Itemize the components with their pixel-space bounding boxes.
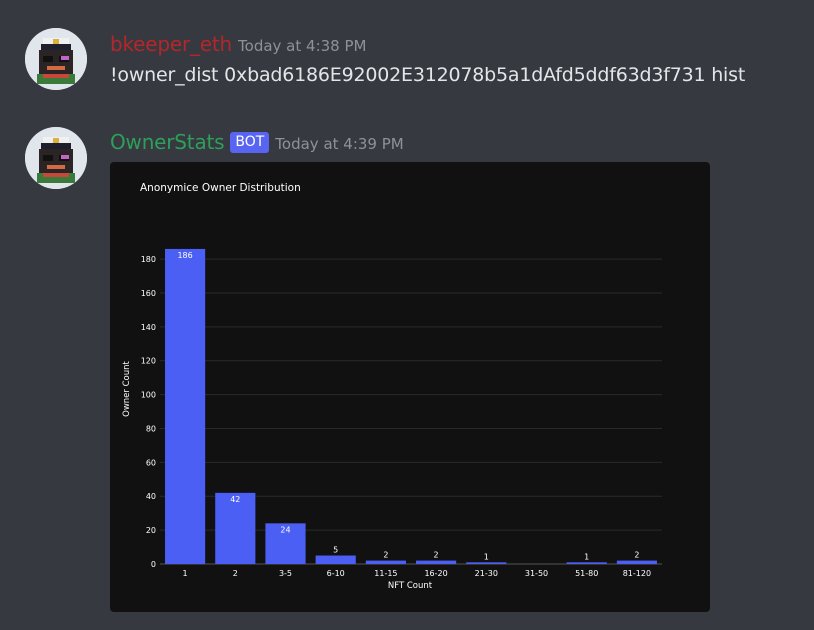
y-tick-label: 80	[146, 424, 156, 433]
bar-data-label: 2	[634, 551, 639, 560]
chart-embed[interactable]: Anonymice Owner Distribution 186 42 24 5 2 2 1…	[110, 162, 710, 612]
y-tick-label: 100	[141, 391, 156, 400]
bar-data-label: 42	[230, 495, 240, 504]
timestamp[interactable]: Today at 4:39 PM	[275, 135, 403, 153]
y-tick-label: 0	[151, 560, 156, 569]
y-tick-label: 180	[141, 255, 156, 264]
bar[interactable]	[416, 560, 457, 564]
bar[interactable]	[315, 555, 356, 564]
bar[interactable]	[616, 560, 657, 564]
x-tick-label: 81-120	[623, 569, 651, 578]
bar-data-label: 1	[584, 552, 589, 561]
y-tick-label: 120	[141, 357, 156, 366]
bar-data-label: 1	[484, 552, 489, 561]
avatar[interactable]	[25, 127, 87, 189]
bar[interactable]	[566, 562, 607, 564]
bar-chart: Anonymice Owner Distribution 186422452 2 1…	[122, 182, 662, 591]
message-content: !owner_dist 0xbad6186E92002E312078b5a1dA…	[110, 64, 746, 86]
y-tick-label: 160	[141, 289, 156, 298]
x-tick-label: 6-10	[327, 569, 345, 578]
timestamp[interactable]: Today at 4:38 PM	[238, 37, 366, 55]
bar-data-label: 186	[177, 251, 192, 260]
username[interactable]: OwnerStats	[110, 130, 225, 154]
bar-data-label: 2	[383, 551, 388, 560]
y-tick-label: 60	[146, 458, 156, 467]
x-tick-label: 16-20	[424, 569, 447, 578]
x-tick-label: 31-50	[525, 569, 548, 578]
username[interactable]: bkeeper_eth	[110, 32, 232, 56]
chart-title: Anonymice Owner Distribution	[140, 182, 301, 194]
x-tick-label: 1	[183, 569, 188, 578]
avatar[interactable]	[25, 28, 87, 90]
bar[interactable]	[365, 560, 406, 564]
y-axis-label: Owner Count	[122, 360, 132, 416]
bar[interactable]	[466, 562, 507, 564]
x-axis-label: NFT Count	[388, 581, 433, 591]
x-tick-label: 2	[233, 569, 238, 578]
x-tick-label: 21-30	[475, 569, 498, 578]
x-tick-label: 51-80	[575, 569, 598, 578]
bar-data-label: 2	[434, 551, 439, 560]
message-header: OwnerStats BOT Today at 4:39 PM	[110, 130, 404, 154]
y-tick-label: 140	[141, 323, 156, 332]
y-tick-label: 20	[146, 526, 156, 535]
bar-data-label: 24	[280, 525, 290, 534]
bar[interactable]	[165, 248, 206, 564]
x-tick-label: 11-15	[374, 569, 397, 578]
y-tick-label: 40	[146, 492, 156, 501]
bot-badge: BOT	[230, 132, 270, 153]
message-header: bkeeper_eth Today at 4:38 PM	[110, 32, 366, 56]
x-tick-label: 3-5	[279, 569, 292, 578]
bar-data-label: 5	[333, 546, 338, 555]
